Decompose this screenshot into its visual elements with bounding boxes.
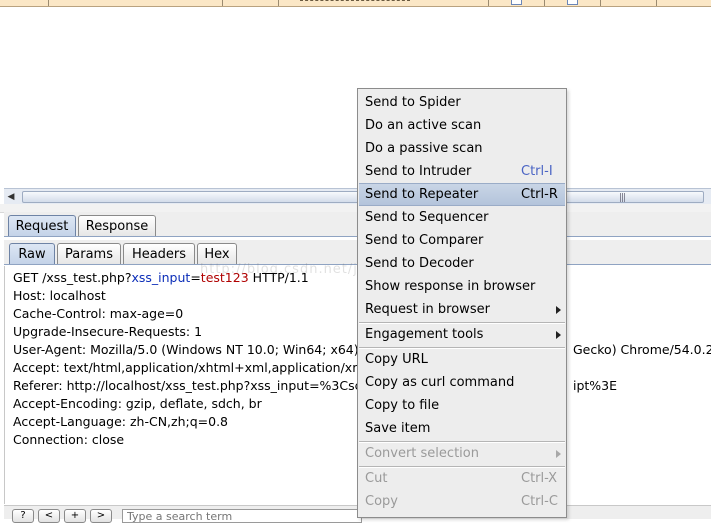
context-menu: Send to Spider Do an active scan Do a pa… [357, 88, 567, 518]
search-input[interactable] [122, 509, 362, 523]
tab-headers-label: Headers [131, 246, 187, 262]
menu-item-copy-to-file[interactable]: Copy to file [359, 394, 565, 417]
menu-item-copy[interactable]: Copy Ctrl-C [359, 490, 565, 513]
column-checkbox-icon [511, 0, 522, 5]
menu-item-shortcut: Ctrl-R [521, 187, 558, 202]
column-checkbox-icon [567, 0, 578, 5]
menu-item-shortcut: Ctrl-X [521, 471, 558, 486]
header-host: Host: localhost [13, 288, 106, 303]
history-table[interactable] [0, 7, 711, 188]
menu-item-passive-scan[interactable]: Do a passive scan [359, 137, 565, 160]
chevron-left-icon: < [44, 510, 54, 521]
menu-item-label: Convert selection [365, 446, 479, 461]
tab-hex-label: Hex [204, 246, 230, 262]
scrollbar-grip-icon: ||| [619, 193, 626, 203]
menu-item-label: Engagement tools [365, 327, 484, 342]
column-divider[interactable] [656, 0, 657, 6]
header-referer-tail: ipt%3E [573, 378, 618, 393]
menu-item-engagement-tools[interactable]: Engagement tools [359, 323, 565, 346]
menu-item-label: Show response in browser [365, 279, 536, 294]
chevron-right-icon: > [96, 510, 106, 521]
menu-item-label: Send to Intruder [365, 164, 472, 179]
tab-response-label: Response [85, 218, 149, 234]
menu-item-label: Do a passive scan [365, 141, 483, 156]
menu-item-label: Send to Repeater [365, 187, 479, 202]
menu-item-label: Copy [365, 494, 398, 509]
request-method-path: GET /xss_test.php? [13, 270, 132, 285]
menu-item-cut[interactable]: Cut Ctrl-X [359, 467, 565, 490]
header-cache-control: Cache-Control: max-age=0 [13, 306, 184, 321]
header-user-agent-tail: Gecko) Chrome/54.0.2 [573, 342, 711, 357]
tab-raw[interactable]: Raw [9, 243, 55, 264]
header-accept-encoding: Accept-Encoding: gzip, deflate, sdch, br [13, 396, 262, 411]
submenu-arrow-icon [556, 331, 561, 339]
help-button[interactable]: ? [12, 509, 34, 523]
menu-item-label: Send to Spider [365, 95, 461, 110]
menu-item-label: Copy as curl command [365, 375, 515, 390]
column-divider[interactable] [544, 0, 545, 6]
menu-item-label: Copy to file [365, 398, 440, 413]
menu-item-request-in-browser[interactable]: Request in browser [359, 298, 565, 321]
menu-item-convert-selection[interactable]: Convert selection [359, 442, 565, 465]
scroll-left-arrow-icon[interactable]: ◀ [4, 189, 18, 204]
menu-item-send-to-spider[interactable]: Send to Spider [359, 91, 565, 114]
tab-request[interactable]: Request [8, 215, 76, 236]
menu-item-show-response-in-browser[interactable]: Show response in browser [359, 275, 565, 298]
menu-item-label: Do an active scan [365, 118, 482, 133]
menu-item-send-to-repeater[interactable]: Send to Repeater Ctrl-R [359, 183, 565, 206]
tab-response[interactable]: Response [78, 215, 156, 236]
header-accept-language: Accept-Language: zh-CN,zh;q=0.8 [13, 414, 229, 429]
column-divider[interactable] [48, 0, 49, 6]
header-accept: Accept: text/html,application/xhtml+xml,… [13, 360, 365, 375]
column-divider[interactable] [222, 0, 223, 6]
header-connection: Connection: close [13, 432, 125, 447]
header-upgrade-insecure: Upgrade-Insecure-Requests: 1 [13, 324, 203, 339]
tab-params-label: Params [65, 246, 113, 262]
menu-item-label: Send to Comparer [365, 233, 484, 248]
tab-request-label: Request [15, 218, 69, 234]
menu-item-label: Request in browser [365, 302, 490, 317]
menu-item-label: Send to Decoder [365, 256, 474, 271]
request-param-name: xss_input [131, 270, 191, 285]
plus-icon: + [70, 510, 80, 521]
menu-item-save-item[interactable]: Save item [359, 417, 565, 440]
submenu-arrow-icon [556, 450, 561, 458]
help-icon: ? [20, 510, 26, 521]
menu-item-shortcut: Ctrl-I [521, 164, 553, 179]
tab-raw-label: Raw [18, 246, 46, 262]
menu-item-shortcut: Ctrl-C [521, 494, 558, 509]
next-match-button[interactable]: > [90, 509, 112, 523]
column-divider[interactable] [600, 0, 601, 6]
menu-item-label: Copy URL [365, 352, 428, 367]
menu-item-copy-as-curl[interactable]: Copy as curl command [359, 371, 565, 394]
header-referer: Referer: http://localhost/xss_test.php?x… [13, 378, 367, 393]
submenu-arrow-icon [556, 306, 561, 314]
menu-item-send-to-intruder[interactable]: Send to Intruder Ctrl-I [359, 160, 565, 183]
menu-item-send-to-decoder[interactable]: Send to Decoder [359, 252, 565, 275]
column-divider[interactable] [278, 0, 279, 6]
header-user-agent: User-Agent: Mozilla/5.0 (Windows NT 10.0… [13, 342, 359, 357]
tab-params[interactable]: Params [57, 243, 121, 264]
menu-item-label: Save item [365, 421, 431, 436]
column-divider[interactable] [488, 0, 489, 6]
menu-item-send-to-comparer[interactable]: Send to Comparer [359, 229, 565, 252]
menu-item-send-to-sequencer[interactable]: Send to Sequencer [359, 206, 565, 229]
menu-item-active-scan[interactable]: Do an active scan [359, 114, 565, 137]
menu-item-label: Send to Sequencer [365, 210, 489, 225]
menu-item-label: Cut [365, 471, 388, 486]
column-header-text [300, 0, 410, 3]
tab-headers[interactable]: Headers [123, 243, 195, 264]
tab-hex[interactable]: Hex [197, 243, 237, 264]
menu-item-copy-url[interactable]: Copy URL [359, 348, 565, 371]
previous-match-button[interactable]: < [38, 509, 60, 523]
add-match-button[interactable]: + [64, 509, 86, 523]
